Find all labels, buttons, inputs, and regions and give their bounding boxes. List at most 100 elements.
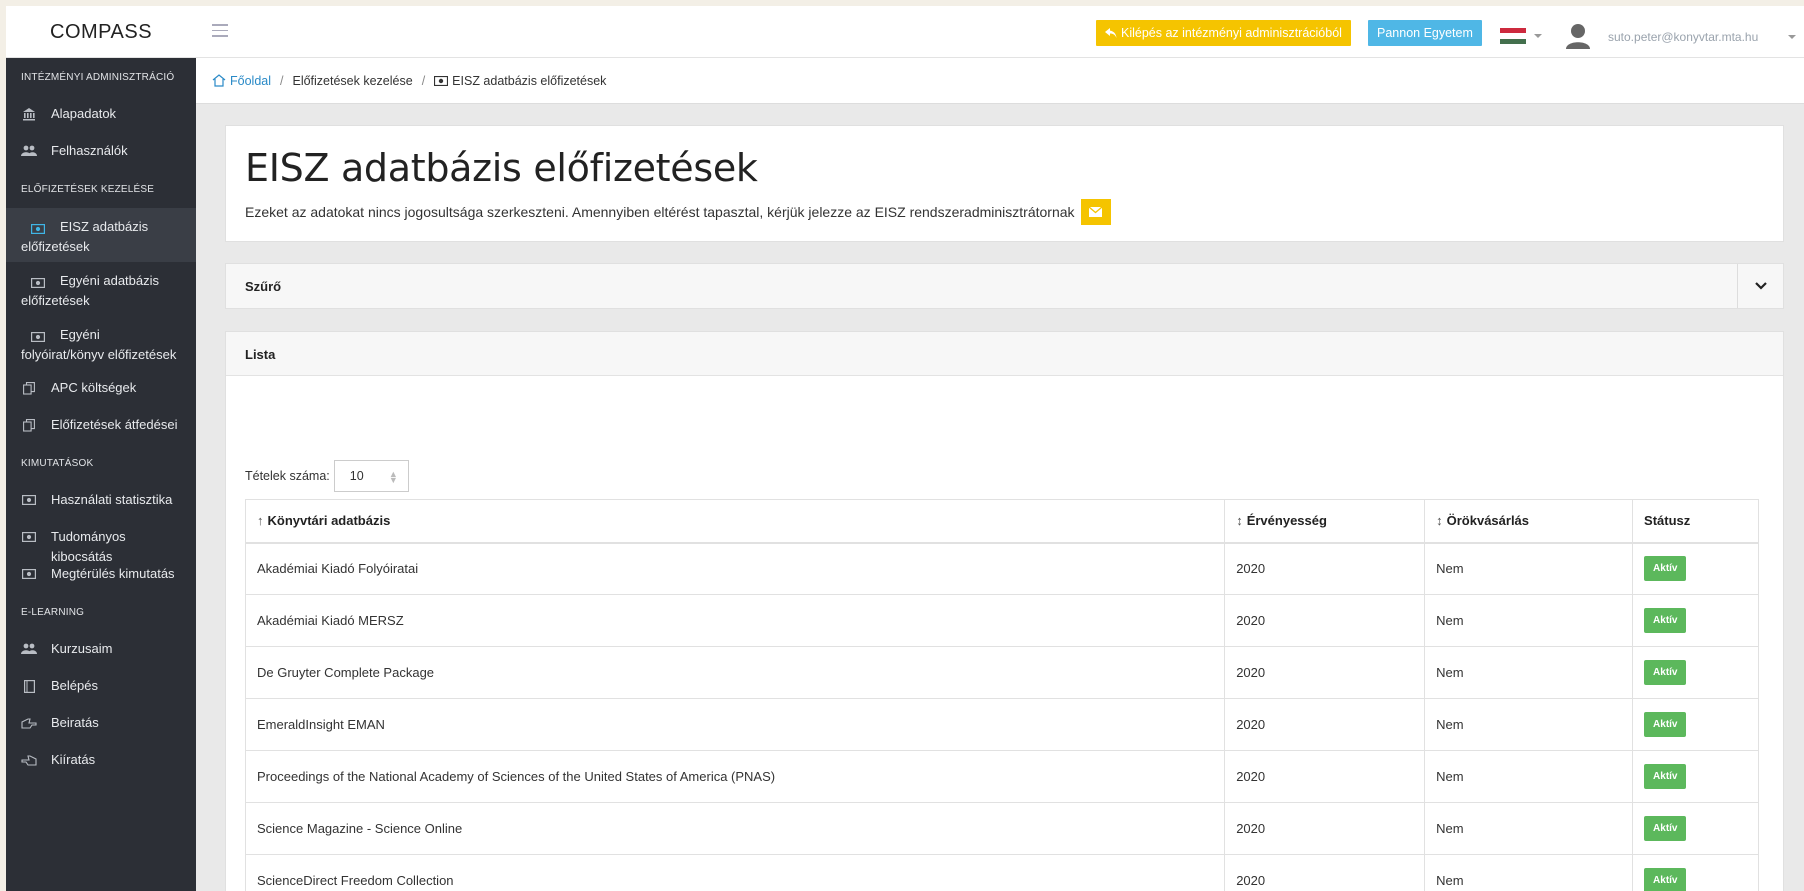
sort-icon: ↑ <box>257 513 264 529</box>
sidebar-item[interactable]: Belépés <box>6 668 196 705</box>
column-header-label: Érvényesség <box>1246 513 1327 529</box>
database-name-cell: Akadémiai Kiadó Folyóiratai <box>244 542 1226 595</box>
page-size-value: 10 <box>349 469 364 483</box>
money-icon <box>30 275 46 291</box>
menu-toggle-icon[interactable] <box>212 24 228 38</box>
table-row[interactable]: De Gruyter Complete Package 2020 Nem Aktív <box>244 646 1759 699</box>
database-name-cell: EmeraldInsight EMAN <box>244 698 1226 751</box>
status-cell: Aktív <box>1632 698 1759 751</box>
sort-icon: ↕ <box>1436 513 1443 529</box>
column-header[interactable]: Státusz <box>1632 499 1759 544</box>
table-body: Akadémiai Kiadó Folyóiratai 2020 Nem Aktív A… <box>244 542 1759 891</box>
user-email[interactable]: suto.peter@konyvtar.mta.hu <box>1608 30 1758 44</box>
page-size-select[interactable]: 10 ▲ ▼ <box>333 460 409 492</box>
contact-admin-button[interactable] <box>1080 199 1111 225</box>
status-cell: Aktív <box>1632 646 1759 699</box>
status-badge: Aktív <box>1644 660 1687 685</box>
money-icon <box>434 75 449 86</box>
sidebar-item[interactable]: Egyéni folyóirat/könyv előfizetések <box>6 316 196 370</box>
table-row[interactable]: Science Magazine - Science Online 2020 Nem… <box>244 802 1759 855</box>
perpetual-cell: Nem <box>1424 854 1634 891</box>
institution-label: Pannon Egyetem <box>1377 26 1473 40</box>
sidebar-item-label: Belépés <box>51 678 98 693</box>
perpetual-cell: Nem <box>1424 802 1634 855</box>
status-badge: Aktív <box>1644 712 1687 737</box>
top-navbar: COMPASS Kilépés az intézményi adminisztr… <box>6 6 1804 58</box>
money-icon <box>30 221 46 237</box>
perpetual-cell: Nem <box>1424 750 1634 803</box>
envelope-icon <box>1089 207 1103 217</box>
validity-cell: 2020 <box>1224 646 1426 699</box>
status-badge: Aktív <box>1644 764 1687 789</box>
column-header[interactable]: ↕ Örökvásárlás <box>1424 499 1634 544</box>
institution-button[interactable]: Pannon Egyetem <box>1368 20 1482 46</box>
sidebar-item-label: Felhasználók <box>51 143 128 158</box>
database-name-cell: De Gruyter Complete Package <box>244 646 1226 699</box>
validity-cell: 2020 <box>1224 854 1426 891</box>
status-cell: Aktív <box>1632 750 1759 803</box>
user-menu-caret-icon[interactable] <box>1788 35 1796 39</box>
subscriptions-table: ↑ Könyvtári adatbázis ↕ Érvényesség ↕ Örökvás… <box>244 499 1759 891</box>
filter-panel[interactable]: Szűrő <box>225 263 1784 309</box>
sidebar-item[interactable]: Beiratás <box>6 705 196 742</box>
table-row[interactable]: Akadémiai Kiadó Folyóiratai 2020 Nem Aktív <box>244 542 1759 595</box>
breadcrumb-middle[interactable]: Előfizetések kezelése <box>292 74 412 88</box>
language-flag-icon[interactable] <box>1500 28 1526 44</box>
breadcrumb-current: EISZ adatbázis előfizetések <box>452 73 607 88</box>
sidebar-item[interactable]: Kurzusaim <box>6 631 196 668</box>
table-row[interactable]: Akadémiai Kiadó MERSZ 2020 Nem Aktív <box>244 594 1759 647</box>
database-name-cell: Akadémiai Kiadó MERSZ <box>244 594 1226 647</box>
sidebar-item[interactable]: Alapadatok <box>6 96 196 133</box>
validity-cell: 2020 <box>1224 542 1426 595</box>
validity-cell: 2020 <box>1224 802 1426 855</box>
sidebar-item-label: Beiratás <box>51 715 99 730</box>
validity-cell: 2020 <box>1224 750 1426 803</box>
perpetual-cell: Nem <box>1424 542 1634 595</box>
page-title: EISZ adatbázis előfizetések <box>245 146 758 190</box>
table-row[interactable]: ScienceDirect Freedom Collection 2020 Nem A… <box>244 854 1759 891</box>
language-caret-icon[interactable] <box>1534 34 1542 38</box>
perpetual-cell: Nem <box>1424 698 1634 751</box>
sidebar-item[interactable]: Kiíratás <box>6 742 196 779</box>
sidebar-item[interactable]: EISZ adatbázis előfizetések <box>6 208 196 262</box>
sidebar-item[interactable]: Tudományos kibocsátás <box>6 519 196 564</box>
column-header-label: Státusz <box>1644 513 1691 529</box>
money-icon <box>30 329 46 345</box>
sidebar-item-label: Használati statisztika <box>51 492 173 507</box>
user-avatar-icon[interactable] <box>1566 23 1590 49</box>
column-header[interactable]: ↑ Könyvtári adatbázis <box>244 499 1226 544</box>
app-window: COMPASS Kilépés az intézményi adminisztr… <box>6 6 1804 891</box>
perpetual-cell: Nem <box>1424 594 1634 647</box>
copy-icon <box>21 417 37 433</box>
sidebar-item[interactable]: Használati statisztika <box>6 482 196 519</box>
database-name-cell: Science Magazine - Science Online <box>244 802 1226 855</box>
perpetual-cell: Nem <box>1424 646 1634 699</box>
list-title: Lista <box>226 332 1783 376</box>
validity-cell: 2020 <box>1224 594 1426 647</box>
home-icon <box>212 74 226 87</box>
bank-icon <box>21 106 37 122</box>
hand-right-icon <box>21 715 37 731</box>
sidebar-item[interactable]: APC költségek <box>6 370 196 407</box>
exit-admin-button[interactable]: Kilépés az intézményi adminisztrációból <box>1096 20 1351 46</box>
breadcrumb-separator: / <box>280 73 284 88</box>
sidebar-item[interactable]: Előfizetések átfedései <box>6 407 196 444</box>
column-header[interactable]: ↕ Érvényesség <box>1224 499 1426 544</box>
breadcrumb-home-link[interactable]: Főoldal <box>230 74 271 88</box>
copy-icon <box>21 380 37 396</box>
status-badge: Aktív <box>1644 868 1687 891</box>
filter-toggle-button[interactable] <box>1737 264 1783 308</box>
table-row[interactable]: EmeraldInsight EMAN 2020 Nem Aktív <box>244 698 1759 751</box>
sidebar-item[interactable]: Egyéni adatbázis előfizetések <box>6 262 196 316</box>
sidebar-item-label: Megtérülés kimutatás <box>51 566 175 581</box>
filter-title: Szűrő <box>245 279 282 294</box>
book-icon <box>21 678 37 694</box>
table-row[interactable]: Proceedings of the National Academy of S… <box>244 750 1759 803</box>
flag-stripe <box>1500 38 1526 44</box>
page-size-control: Tételek száma: 10 ▲ ▼ <box>245 460 409 492</box>
sidebar-item[interactable]: Felhasználók <box>6 133 196 170</box>
status-badge: Aktív <box>1644 556 1687 582</box>
status-cell: Aktív <box>1632 854 1759 891</box>
title-panel: EISZ adatbázis előfizetések Ezeket az ad… <box>225 125 1784 242</box>
brand-logo[interactable]: COMPASS <box>6 6 196 58</box>
